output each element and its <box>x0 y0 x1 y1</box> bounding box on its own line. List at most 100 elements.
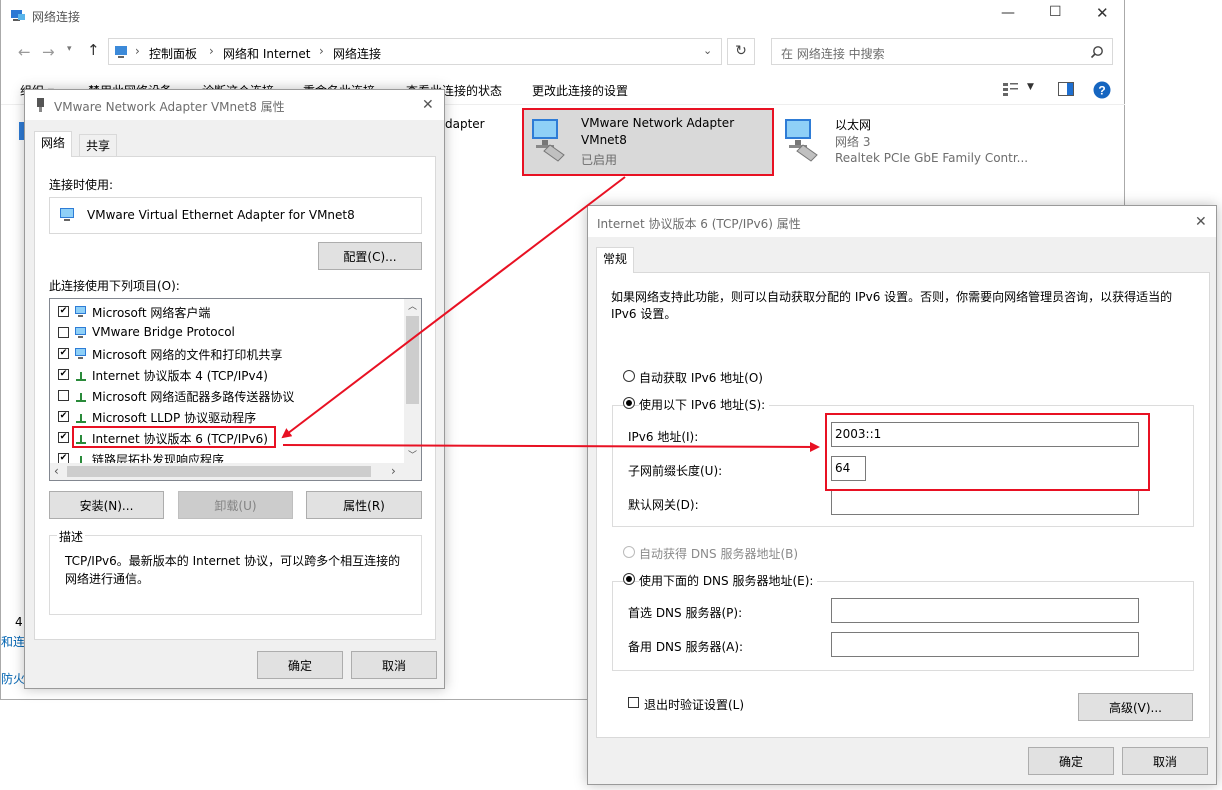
left-fragment-2[interactable]: 和连 <box>1 633 25 650</box>
dns-group <box>612 581 1194 671</box>
component-checkbox[interactable]: ✔ <box>58 411 69 422</box>
up-icon[interactable]: ↑ <box>87 41 100 59</box>
ethernet-network: 网络 3 <box>835 135 871 149</box>
auto-dns-radio[interactable] <box>623 546 635 558</box>
ipv6-close-button[interactable]: ✕ <box>1195 214 1207 230</box>
properties-button[interactable]: 属性(R) <box>306 491 422 519</box>
dns2-field[interactable] <box>831 632 1139 657</box>
component-icon <box>75 348 86 359</box>
ipv6-tab-panel: 如果网络支持此功能，则可以自动获取分配的 IPv6 设置。否则，你需要向网络管理… <box>596 272 1210 738</box>
advanced-button[interactable]: 高级(V)... <box>1078 693 1193 721</box>
component-icon <box>76 393 86 402</box>
search-icon[interactable] <box>1090 45 1104 59</box>
component-checkbox[interactable]: ✔ <box>58 306 69 317</box>
refresh-button[interactable]: ↻ <box>727 38 755 65</box>
address-dropdown-icon[interactable]: ⌄ <box>703 44 712 57</box>
use-dns-radio[interactable] <box>623 573 635 585</box>
component-item[interactable]: ✔ Microsoft LLDP 协议驱动程序 <box>50 406 402 427</box>
ethernet-device: Realtek PCIe GbE Family Contr... <box>835 151 1029 165</box>
view-options-icon[interactable] <box>1003 82 1019 96</box>
breadcrumb-network-internet[interactable]: 网络和 Internet <box>223 45 310 62</box>
breadcrumb-network-connections[interactable]: 网络连接 <box>333 45 381 62</box>
component-item[interactable]: ✔ Microsoft 网络的文件和打印机共享 <box>50 343 402 364</box>
search-box[interactable]: 在 网络连接 中搜索 <box>771 38 1113 65</box>
vscroll-thumb[interactable] <box>406 316 419 404</box>
configure-button[interactable]: 配置(C)... <box>318 242 422 270</box>
ipv6-address-label: IPv6 地址(I): <box>628 430 699 444</box>
component-checkbox[interactable]: ✔ <box>58 348 69 359</box>
component-checkbox[interactable]: ✔ <box>58 432 69 443</box>
list-vscrollbar[interactable]: ︿ ﹀ <box>404 299 421 463</box>
gateway-label: 默认网关(D): <box>628 498 699 512</box>
uninstall-button[interactable]: 卸载(U) <box>178 491 293 519</box>
breadcrumb-control-panel[interactable]: 控制面板 <box>149 45 197 62</box>
adapter-properties-dialog: VMware Network Adapter VMnet8 属性 ✕ 网络 共享… <box>24 89 445 689</box>
component-item[interactable]: VMware Bridge Protocol <box>50 322 402 343</box>
description-label: 描述 <box>57 528 86 545</box>
search-input[interactable]: 在 网络连接 中搜索 <box>781 45 885 62</box>
validate-checkbox[interactable] <box>628 697 639 708</box>
forward-icon[interactable]: → <box>42 43 55 61</box>
scroll-left-icon[interactable]: ‹ <box>54 464 59 478</box>
list-hscrollbar[interactable]: ‹ › <box>50 463 421 480</box>
connect-using-label: 连接时使用: <box>49 178 114 192</box>
ipv6-intro: 如果网络支持此功能，则可以自动获取分配的 IPv6 设置。否则，你需要向网络管理… <box>611 290 1173 321</box>
highlight-vmnet8 <box>522 108 774 176</box>
scroll-down-icon[interactable]: ﹀ <box>408 448 417 461</box>
preview-pane-icon[interactable] <box>1058 82 1074 96</box>
tab-general[interactable]: 常规 <box>596 247 635 273</box>
component-checkbox[interactable]: ✔ <box>58 369 69 380</box>
install-button[interactable]: 安装(N)... <box>49 491 164 519</box>
tab-network[interactable]: 网络 <box>34 131 73 157</box>
maximize-button[interactable]: ☐ <box>1049 4 1062 20</box>
component-checkbox[interactable] <box>58 390 69 401</box>
auto-ipv6-label[interactable]: 自动获取 IPv6 地址(O) <box>639 369 763 386</box>
auto-dns-label[interactable]: 自动获得 DNS 服务器地址(B) <box>639 545 798 562</box>
component-icon <box>75 306 86 317</box>
use-ipv6-radio[interactable] <box>623 397 635 409</box>
auto-ipv6-radio[interactable] <box>623 370 635 382</box>
component-item[interactable]: Microsoft 网络适配器多路传送器协议 <box>50 385 402 406</box>
view-dropdown-icon[interactable]: ▼ <box>1027 82 1034 92</box>
address-bar[interactable]: › 控制面板 › 网络和 Internet › 网络连接 ⌄ <box>108 38 722 65</box>
minimize-button[interactable]: — <box>1001 5 1015 21</box>
props-ok-button[interactable]: 确定 <box>257 651 343 679</box>
item-ethernet[interactable]: 以太网 网络 3 Realtek PCIe GbE Family Contr..… <box>779 109 1029 175</box>
network-adapter-icon <box>785 119 818 162</box>
dns2-label: 备用 DNS 服务器(A): <box>628 640 744 654</box>
scroll-up-icon[interactable]: ︿ <box>408 299 417 312</box>
component-icon <box>75 327 86 338</box>
close-button[interactable]: ✕ <box>1096 4 1109 22</box>
component-item[interactable]: ✔ Microsoft 网络客户端 <box>50 301 402 322</box>
component-checkbox[interactable] <box>58 327 69 338</box>
ethernet-name: 以太网 <box>835 118 872 132</box>
tab-sharing[interactable]: 共享 <box>79 134 118 156</box>
component-label: Internet 协议版本 4 (TCP/IPv4) <box>92 369 268 383</box>
highlight-ipv6-item <box>72 426 276 448</box>
help-icon[interactable]: ? <box>1093 81 1111 99</box>
props-title: VMware Network Adapter VMnet8 属性 <box>54 100 285 114</box>
ipv6-cancel-button[interactable]: 取消 <box>1122 747 1208 775</box>
scroll-right-icon[interactable]: › <box>391 464 396 478</box>
props-close-button[interactable]: ✕ <box>422 97 434 113</box>
dns1-label: 首选 DNS 服务器(P): <box>628 606 743 620</box>
items-label: 此连接使用下列项目(O): <box>49 279 180 293</box>
adapter-small-icon <box>37 98 44 112</box>
history-dropdown-icon[interactable]: ▾ <box>67 44 72 54</box>
gateway-field[interactable] <box>831 490 1139 515</box>
left-fragment-1: 4 <box>15 615 23 629</box>
components-list[interactable]: ✔ Microsoft 网络客户端 VMware Bridge Protocol ✔ M… <box>49 298 422 481</box>
component-item[interactable]: ✔ Internet 协议版本 4 (TCP/IPv4) <box>50 364 402 385</box>
cmd-change-settings[interactable]: 更改此连接的设置 <box>532 82 628 99</box>
validate-label[interactable]: 退出时验证设置(L) <box>644 696 744 713</box>
use-ipv6-label[interactable]: 使用以下 IPv6 地址(S): <box>639 396 770 413</box>
back-icon[interactable]: ← <box>18 43 31 61</box>
hscroll-thumb[interactable] <box>67 466 371 477</box>
use-dns-label[interactable]: 使用下面的 DNS 服务器地址(E): <box>639 572 818 589</box>
adapter-monitor-icon <box>60 208 74 221</box>
component-label: Microsoft 网络的文件和打印机共享 <box>92 348 283 362</box>
left-fragment-3[interactable]: 防火 <box>1 670 25 687</box>
dns1-field[interactable] <box>831 598 1139 623</box>
props-cancel-button[interactable]: 取消 <box>351 651 437 679</box>
ipv6-ok-button[interactable]: 确定 <box>1028 747 1114 775</box>
